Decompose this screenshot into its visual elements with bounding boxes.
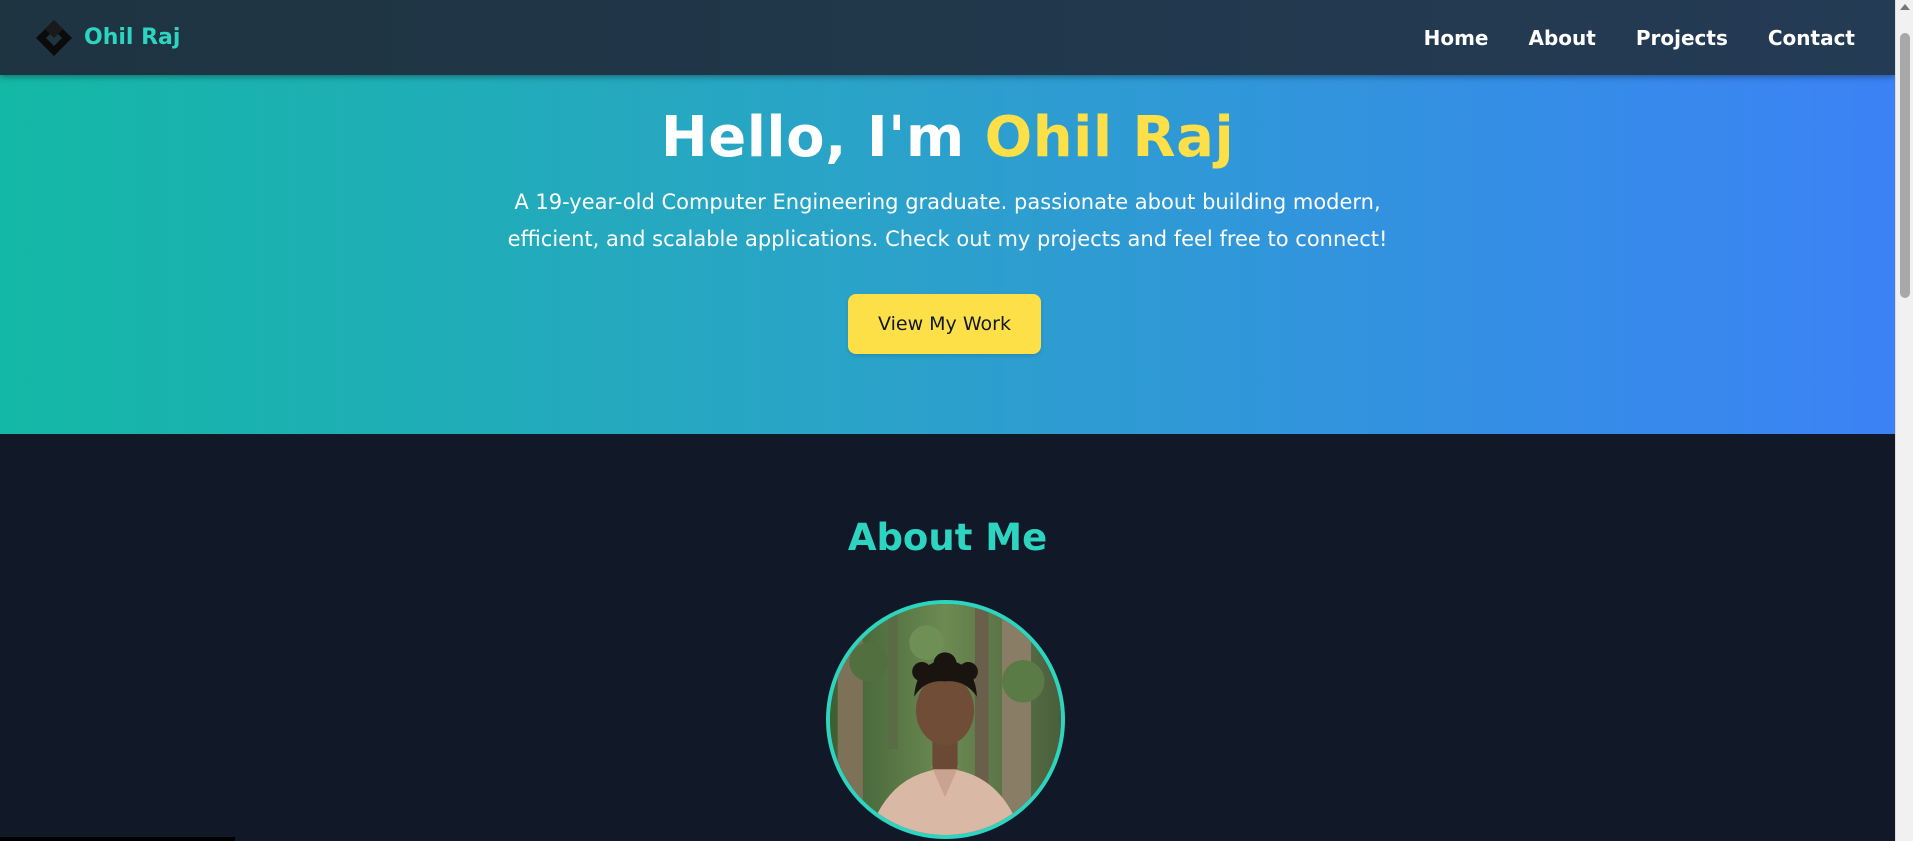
- about-section: About Me: [0, 434, 1895, 841]
- nav-link-projects[interactable]: Projects: [1636, 26, 1728, 50]
- hero-title: Hello, I'm Ohil Raj: [0, 105, 1895, 170]
- bottom-bar: [0, 837, 235, 841]
- nav-link-home[interactable]: Home: [1424, 26, 1489, 50]
- hero-name: Ohil Raj: [984, 105, 1235, 170]
- scrollbar-thumb[interactable]: [1900, 33, 1910, 298]
- brand-link[interactable]: Ohil Raj: [34, 18, 180, 58]
- page: Ohil Raj Home About Projects Contact Hel…: [0, 0, 1895, 841]
- nav-link-contact[interactable]: Contact: [1768, 26, 1855, 50]
- about-title: About Me: [847, 516, 1048, 559]
- brand-name: Ohil Raj: [84, 25, 181, 50]
- navbar: Ohil Raj Home About Projects Contact: [0, 0, 1895, 75]
- hero-section: Hello, I'm Ohil Raj A 19-year-old Comput…: [0, 75, 1895, 434]
- hero-description: A 19-year-old Computer Engineering gradu…: [507, 190, 1388, 251]
- view-my-work-button[interactable]: View My Work: [848, 294, 1041, 354]
- profile-photo-image: [830, 604, 1061, 835]
- hero-greeting: Hello, I'm: [660, 105, 985, 170]
- nav-link-about[interactable]: About: [1529, 26, 1596, 50]
- nav-links: Home About Projects Contact: [1424, 26, 1855, 50]
- diamond-logo-icon: [36, 19, 72, 56]
- chevron-up-icon[interactable]: [1900, 4, 1910, 10]
- vertical-scrollbar[interactable]: [1895, 0, 1913, 841]
- profile-photo: [826, 600, 1065, 839]
